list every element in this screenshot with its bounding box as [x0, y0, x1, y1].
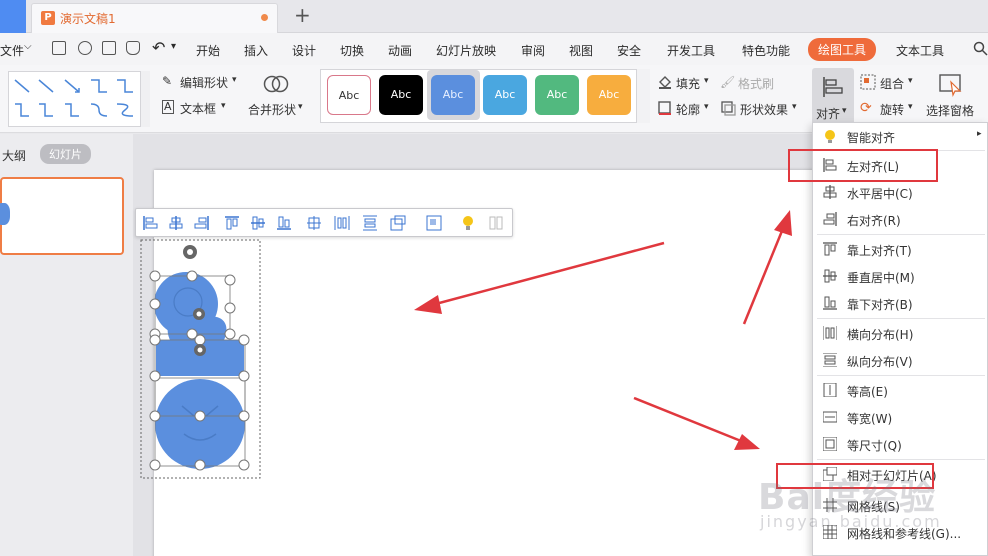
same-width-label: 等宽(W)	[847, 412, 893, 426]
menu-item-same-size[interactable]: 等尺寸(Q)	[813, 431, 988, 458]
menu-item-same-width[interactable]: 等宽(W)	[813, 404, 988, 431]
menu-item-align-right[interactable]: 右对齐(R)	[813, 206, 988, 233]
menu-item-smart-align[interactable]: 智能对齐 ▸	[813, 123, 988, 150]
align-center-icon	[823, 185, 837, 199]
menu-item-align-hcenter[interactable]: 水平居中(C)	[813, 179, 988, 206]
menu-item-align-bottom[interactable]: 靠下对齐(B)	[813, 290, 988, 317]
same-height-icon	[823, 383, 837, 397]
chevron-right-icon: ▸	[977, 129, 982, 139]
menu-separator	[817, 318, 985, 319]
menu-separator	[817, 375, 985, 376]
watermark-url: jingyan.baidu.com	[760, 512, 942, 531]
align-right-label: 右对齐(R)	[847, 214, 901, 228]
distribute-v-label: 纵向分布(V)	[847, 355, 913, 369]
highlight-align-left	[788, 149, 938, 182]
menu-item-align-vcenter[interactable]: 垂直居中(M)	[813, 263, 988, 290]
menu-separator	[817, 234, 985, 235]
menu-item-distribute-h[interactable]: 横向分布(H)	[813, 320, 988, 347]
align-vcenter-label: 垂直居中(M)	[847, 271, 915, 285]
align-middle-icon	[823, 269, 837, 283]
same-width-icon	[823, 411, 837, 423]
same-size-icon	[823, 437, 837, 451]
align-hcenter-label: 水平居中(C)	[847, 187, 913, 201]
lightbulb-icon	[825, 130, 835, 143]
distribute-h-label: 横向分布(H)	[847, 328, 914, 342]
align-bottom-icon	[823, 296, 837, 310]
menu-item-distribute-v[interactable]: 纵向分布(V)	[813, 347, 988, 374]
align-top-label: 靠上对齐(T)	[847, 244, 912, 258]
menu-item-same-height[interactable]: 等高(E)	[813, 377, 988, 404]
align-top-icon	[823, 242, 837, 256]
menu-separator	[817, 459, 985, 460]
same-height-label: 等高(E)	[847, 385, 888, 399]
distribute-horizontal-icon	[823, 326, 837, 340]
smart-align-label: 智能对齐	[847, 131, 896, 145]
same-size-label: 等尺寸(Q)	[847, 439, 902, 453]
menu-item-align-top[interactable]: 靠上对齐(T)	[813, 236, 988, 263]
align-bottom-label: 靠下对齐(B)	[847, 298, 913, 312]
distribute-vertical-icon	[823, 353, 837, 367]
align-right-icon	[823, 212, 837, 226]
